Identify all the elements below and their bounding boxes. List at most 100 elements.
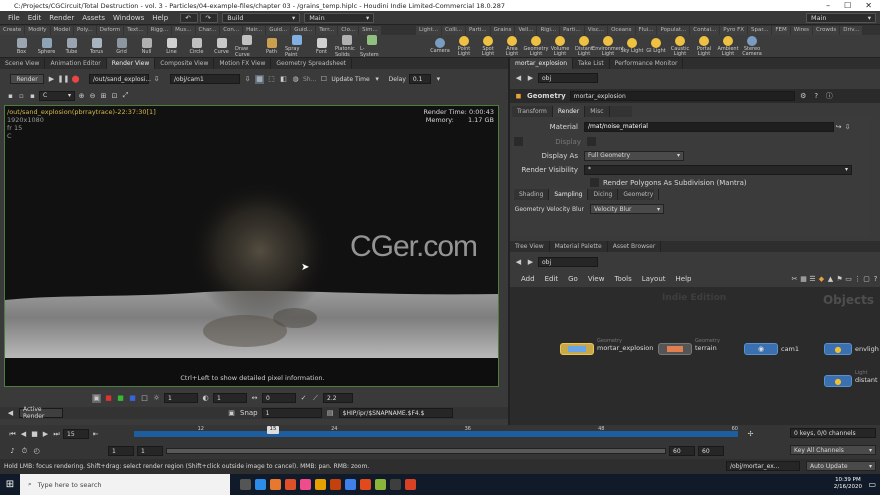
shelf-tab-6[interactable]: Rigg...	[147, 25, 172, 35]
node-distant-light[interactable]: ● Light distant	[824, 370, 878, 387]
audio-icon[interactable]: ♪	[8, 447, 17, 456]
tool-sphere[interactable]: Sphere	[35, 37, 58, 55]
go-start-icon[interactable]: ⏮	[8, 430, 17, 439]
go-end-icon[interactable]: ⏭	[52, 430, 61, 439]
update-arrow-icon[interactable]: ▾	[373, 75, 382, 84]
shelf-tab-0[interactable]: Create	[0, 25, 25, 35]
node-cam1[interactable]: ◉ cam1	[744, 343, 799, 355]
shelf-tab-12[interactable]: Guid...	[291, 25, 316, 35]
play-forward-icon[interactable]: ▶	[41, 430, 50, 439]
net-menu-go[interactable]: Go	[563, 275, 583, 283]
right-tab-0[interactable]: mortar_explosion	[510, 58, 574, 69]
desktop-main-right-select[interactable]: Main ▾	[806, 12, 876, 23]
velocity-select[interactable]: Velocity Blur ▾	[590, 204, 664, 214]
tool-box[interactable]: Box	[10, 37, 33, 55]
tool-grid[interactable]: Grid	[110, 37, 133, 55]
net-flag-icon[interactable]: ⚑	[835, 275, 844, 284]
shelf-tab-right-17[interactable]: Driv...	[840, 25, 863, 35]
net-camera-icon[interactable]: ▢	[862, 275, 871, 284]
lut-icon[interactable]: ✓	[299, 394, 308, 403]
render-subtab-2[interactable]: Dicing	[588, 189, 619, 200]
fit-icon[interactable]: ⊡	[110, 91, 119, 100]
shelf-tab-right-16[interactable]: Crowds	[813, 25, 840, 35]
material-pick-icon[interactable]: ⇩	[843, 122, 852, 131]
forward-icon[interactable]: ▶	[526, 74, 535, 83]
menu-file[interactable]: File	[4, 14, 24, 22]
network-tab-2[interactable]: Asset Browser	[608, 241, 662, 252]
grid-icon[interactable]: ▦	[255, 74, 264, 84]
redo-icon[interactable]: ↷	[200, 12, 219, 23]
taskbar-app-5-icon[interactable]	[315, 479, 326, 490]
taskbar-app-9-icon[interactable]	[375, 479, 386, 490]
tool-platonic-solids[interactable]: Platonic Solids	[335, 34, 358, 58]
pick-icon[interactable]: ⇩	[152, 75, 161, 84]
gamma-curve-icon[interactable]: ⟋	[311, 394, 320, 403]
shelf-tab-right-6[interactable]: Parti...	[560, 25, 584, 35]
shelf-tab-2[interactable]: Model	[50, 25, 74, 35]
net-help-icon[interactable]: ?	[871, 275, 880, 284]
tool-curve[interactable]: Curve	[210, 37, 233, 55]
save-snap-icon[interactable]: ▤	[326, 409, 335, 418]
network-editor[interactable]: Indie Edition Objects Geometry mortar_exp…	[510, 287, 880, 425]
close-icon[interactable]: ✕	[865, 1, 872, 10]
light-tool-ambient-light[interactable]: Ambient Light	[716, 35, 740, 57]
node-envlight[interactable]: ● envligh	[824, 343, 879, 355]
snapshot-icon[interactable]: ▣	[227, 409, 236, 418]
light-tool-spot-light[interactable]: Spot Light	[476, 35, 500, 57]
net-menu-edit[interactable]: Edit	[540, 275, 564, 283]
light-tool-gi-light[interactable]: GI Light	[644, 38, 668, 54]
network-tab-0[interactable]: Tree View	[510, 241, 550, 252]
stop-icon[interactable]: ⬤	[71, 75, 80, 84]
taskbar-app-2-icon[interactable]	[270, 479, 281, 490]
menu-windows[interactable]: Windows	[109, 14, 148, 22]
right-tab-1[interactable]: Take List	[573, 58, 610, 69]
light-tool-geometry-light[interactable]: Geometry Light	[524, 35, 548, 57]
light-tool-camera[interactable]: Camera	[428, 38, 452, 54]
taskbar-app-6-icon[interactable]	[330, 479, 341, 490]
shelf-tab-14[interactable]: Clo...	[338, 25, 359, 35]
zoom-in-icon[interactable]: ⊕	[77, 91, 86, 100]
back-icon[interactable]: ◀	[514, 74, 523, 83]
shelf-tab-right-13[interactable]: Spar...	[748, 25, 772, 35]
delay-arrow-icon[interactable]: ▾	[434, 75, 443, 84]
play-icon[interactable]: ▶	[47, 75, 56, 84]
net-forward-icon[interactable]: ▶	[526, 258, 535, 267]
contrast-icon[interactable]: ◐	[201, 394, 210, 403]
tool-tube[interactable]: Tube	[60, 37, 83, 55]
menu-assets[interactable]: Assets	[78, 14, 109, 22]
delay-field[interactable]: 0.1	[408, 74, 431, 84]
snap-path-field[interactable]: $HIP/ipr/$SNAPNAME.$F4.$	[338, 408, 453, 418]
preview-icon[interactable]: ◧	[279, 75, 288, 84]
light-tool-sky-light[interactable]: Sky Light	[620, 38, 644, 54]
net-color-icon[interactable]: ◆	[817, 275, 826, 284]
red-channel-icon[interactable]: ■	[104, 394, 113, 403]
light-tool-stereo-camera[interactable]: Stereo Camera	[740, 35, 764, 57]
info-icon[interactable]: ⓘ	[825, 92, 834, 101]
left-tab-0[interactable]: Scene View	[0, 58, 46, 69]
update-check-icon[interactable]: ☐	[319, 75, 328, 84]
fullscreen-icon[interactable]: ⤢	[121, 91, 130, 100]
timeline-scrubber[interactable]: 12 24 36 48 60 15	[134, 426, 738, 441]
realtime-icon[interactable]: ⏱	[20, 447, 29, 456]
offset-icon[interactable]: ↔	[250, 394, 259, 403]
shelf-tab-right-15[interactable]: Wires	[790, 25, 813, 35]
left-tab-5[interactable]: Geometry Spreadsheet	[271, 58, 352, 69]
auto-update-select[interactable]: Auto Update ▾	[806, 461, 876, 471]
taskbar-app-1-icon[interactable]	[255, 479, 266, 490]
shelf-tab-13[interactable]: Terr...	[316, 25, 338, 35]
camera-field[interactable]: /obj/cam1	[170, 74, 240, 84]
display-as-select[interactable]: Full Geometry ▾	[584, 150, 684, 161]
tool-line[interactable]: Line	[160, 37, 183, 55]
swatch2-icon[interactable]: ▫	[17, 91, 26, 100]
shelf-tab-right-9[interactable]: Flui...	[635, 25, 657, 35]
start-frame-field-2[interactable]: 1	[137, 446, 163, 456]
param-path-field[interactable]: obj	[538, 73, 598, 83]
shelf-tab-11[interactable]: Guid...	[266, 25, 291, 35]
poly-subdiv-checkbox[interactable]	[590, 178, 599, 187]
shelf-tab-right-7[interactable]: Visc...	[584, 25, 608, 35]
menu-render[interactable]: Render	[45, 14, 78, 22]
left-tab-3[interactable]: Composite View	[155, 58, 215, 69]
node-mortar-explosion[interactable]: Geometry mortar_explosion	[560, 338, 653, 355]
render-visibility-field[interactable]: * ▾	[584, 164, 852, 175]
net-sticky-icon[interactable]: ▭	[844, 275, 853, 284]
